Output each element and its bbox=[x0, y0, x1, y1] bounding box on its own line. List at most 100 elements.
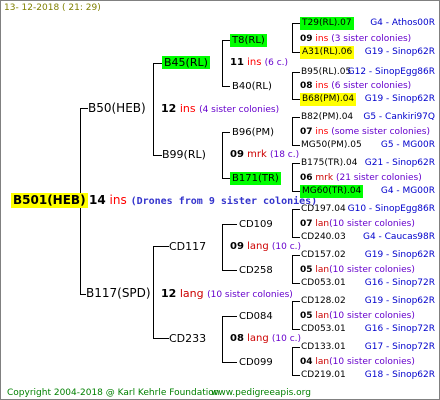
sister-count: 08 bbox=[300, 81, 313, 91]
mating-label-cd117: 09 lang (10 c.) bbox=[230, 240, 301, 254]
sister-colonies-note: (6 sister colonies) bbox=[331, 81, 412, 91]
sister-colonies-note: (18 c.) bbox=[269, 150, 300, 160]
queen-code-cd233[interactable]: CD233 bbox=[169, 332, 206, 345]
mother-queen-code[interactable]: B50(HEB) bbox=[88, 102, 146, 115]
connector-line bbox=[153, 338, 169, 339]
connector-line bbox=[153, 63, 154, 155]
ancestor-code[interactable]: B95(RL).05 bbox=[301, 66, 351, 79]
connector-line bbox=[222, 362, 237, 363]
connector-line bbox=[292, 209, 293, 237]
ancestor-code[interactable]: CD219.01 bbox=[301, 369, 346, 382]
queen-code-b171[interactable]: B171(TR) bbox=[230, 172, 281, 185]
ancestor-code[interactable]: MG50(PM).05 bbox=[301, 139, 362, 152]
breeder-source: G4 - Athos00R bbox=[370, 18, 435, 28]
ancestor-code[interactable]: T29(RL).07 bbox=[300, 17, 354, 30]
breeder-source: G19 - Sinop62R bbox=[364, 94, 435, 104]
connector-line bbox=[292, 255, 293, 283]
ancestor-code[interactable]: CD157.02 bbox=[301, 249, 346, 262]
connector-line bbox=[292, 145, 300, 146]
ancestor-code[interactable]: CD053.01 bbox=[301, 277, 346, 290]
connector-line bbox=[292, 283, 300, 284]
sister-colonies-note: (10 c.) bbox=[271, 242, 302, 252]
breeder-source: G16 - Sinop72R bbox=[364, 278, 435, 288]
breeder-source: G17 - Sinop72R bbox=[364, 342, 435, 352]
ancestor-code[interactable]: CD053.01 bbox=[301, 323, 346, 336]
connector-line bbox=[292, 23, 293, 52]
father-mating-label: 12 lang (10 sister colonies) bbox=[161, 287, 293, 302]
root-inseminated-label: 14 ins (Drones from 9 sister colonies) bbox=[89, 194, 317, 208]
connector-line bbox=[292, 347, 300, 348]
drone-source-note: (Drones from 9 sister colonies) bbox=[130, 196, 318, 207]
mating-detail: 05 lan(10 sister colonies) bbox=[300, 264, 415, 277]
mating-type: lang bbox=[247, 333, 269, 344]
queen-code-cd258[interactable]: CD258 bbox=[239, 264, 273, 277]
connector-line bbox=[292, 163, 300, 164]
breeder-source: G12 - SinopEgg86R bbox=[347, 67, 435, 77]
breeder-source: G16 - Sinop72R bbox=[364, 324, 435, 334]
connector-line bbox=[153, 246, 169, 247]
mating-type: lan bbox=[315, 311, 330, 321]
sister-count: 07 bbox=[300, 219, 313, 229]
father-queen-code[interactable]: B117(SPD) bbox=[86, 287, 151, 300]
connector-line bbox=[222, 270, 237, 271]
ancestor-code[interactable]: MG60(TR).04 bbox=[300, 185, 364, 198]
breeder-source: G19 - Sinop62R bbox=[364, 296, 435, 306]
sister-count: 09 bbox=[230, 149, 244, 160]
ancestor-code[interactable]: CD128.02 bbox=[301, 295, 346, 308]
queen-code-t8[interactable]: T8(RL) bbox=[230, 34, 267, 47]
connector-line bbox=[292, 99, 300, 100]
breeder-source: G5 - Cankiri97Q bbox=[363, 112, 435, 122]
mating-label-cd233: 08 lang (10 c.) bbox=[230, 332, 301, 346]
connector-line bbox=[153, 63, 162, 64]
root-queen-code[interactable]: B501(HEB) bbox=[11, 193, 88, 208]
mating-type: ins bbox=[315, 34, 329, 44]
mating-detail: 05 lan(10 sister colonies) bbox=[300, 310, 415, 323]
connector-line bbox=[222, 40, 223, 86]
queen-code-b45[interactable]: B45(RL) bbox=[162, 56, 210, 69]
connector-line bbox=[292, 255, 300, 256]
sister-count: 09 bbox=[230, 241, 244, 252]
connector-line bbox=[292, 191, 300, 192]
sister-count: 12 bbox=[161, 287, 177, 300]
ancestor-code[interactable]: B68(PM).04 bbox=[300, 93, 357, 106]
mating-label-b45: 11 ins (6 c.) bbox=[230, 56, 288, 70]
queen-code-cd117[interactable]: CD117 bbox=[169, 240, 206, 253]
report-date: 13- 12-2018 ( 21: 29) bbox=[4, 3, 101, 13]
ancestor-code[interactable]: CD240.03 bbox=[301, 231, 346, 244]
ancestor-code[interactable]: CD133.01 bbox=[301, 341, 346, 354]
queen-code-b96[interactable]: B96(PM) bbox=[232, 126, 274, 139]
connector-line bbox=[292, 72, 293, 99]
website-link[interactable]: www.pedigreeapis.org bbox=[211, 387, 311, 399]
connector-line bbox=[222, 316, 223, 362]
breeder-source: G19 - Sinop62R bbox=[364, 47, 435, 57]
breeder-source: G4 - MG00R bbox=[380, 186, 435, 196]
connector-line bbox=[222, 132, 230, 133]
queen-code-cd109[interactable]: CD109 bbox=[239, 218, 273, 231]
queen-code-b99[interactable]: B99(RL) bbox=[162, 148, 206, 161]
sister-count: 05 bbox=[300, 311, 313, 321]
connector-line bbox=[80, 108, 88, 109]
queen-code-cd099[interactable]: CD099 bbox=[239, 356, 273, 369]
queen-code-b40[interactable]: B40(RL) bbox=[232, 80, 272, 93]
sister-colonies-note: (10 c.) bbox=[271, 334, 302, 344]
mating-detail: 09 ins (3 sister colonies) bbox=[300, 33, 411, 46]
copyright-text: Copyright 2004-2018 @ Karl Kehrle Founda… bbox=[7, 388, 220, 398]
sister-count: 04 bbox=[300, 357, 313, 367]
ancestor-code[interactable]: B175(TR).04 bbox=[301, 157, 357, 170]
breeder-source: G4 - Caucas98R bbox=[362, 232, 435, 242]
breeder-source: G18 - Sinop62R bbox=[364, 370, 435, 380]
ancestor-code[interactable]: B82(PM).04 bbox=[301, 111, 353, 124]
sister-count: 05 bbox=[300, 265, 313, 275]
mating-type: ins bbox=[179, 102, 196, 115]
mating-type: ins bbox=[247, 57, 262, 68]
mating-type: ins bbox=[315, 81, 329, 91]
mating-type: lan bbox=[315, 219, 330, 229]
ancestor-code[interactable]: CD197.04 bbox=[301, 203, 346, 216]
queen-code-cd084[interactable]: CD084 bbox=[239, 310, 273, 323]
breeder-source: G21 - Sinop62R bbox=[364, 158, 435, 168]
sister-colonies-note: (4 sister colonies) bbox=[199, 105, 280, 115]
connector-line bbox=[292, 301, 293, 329]
mating-detail: 08 ins (6 sister colonies) bbox=[300, 80, 411, 93]
ancestor-code[interactable]: A31(RL).06 bbox=[300, 46, 355, 59]
breeder-source: G10 - SinopEgg86R bbox=[347, 204, 435, 214]
